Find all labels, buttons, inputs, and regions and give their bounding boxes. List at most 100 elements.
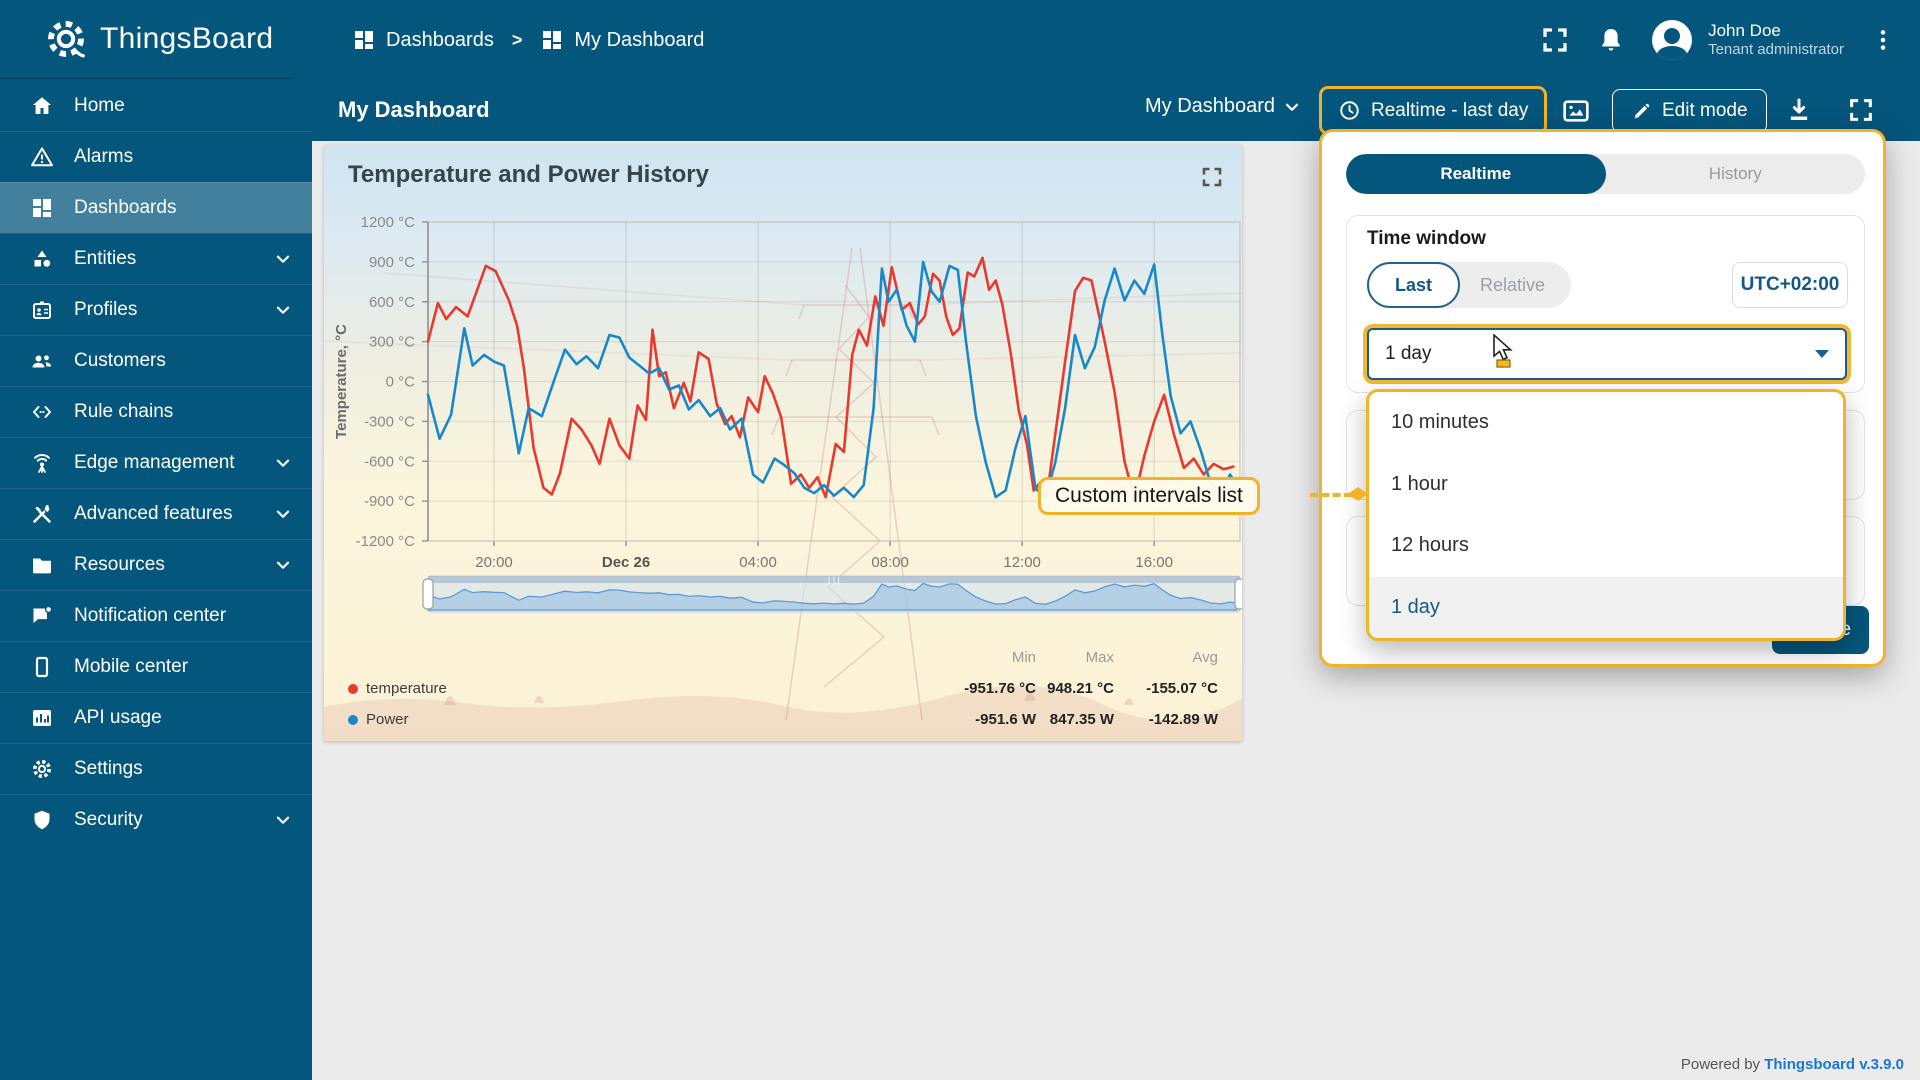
- series-color-dot: [348, 684, 358, 694]
- sidebar-item-label: Rule chains: [74, 401, 294, 423]
- timewindow-button[interactable]: Realtime - last day: [1319, 86, 1547, 135]
- interval-option-1-day[interactable]: 1 day: [1369, 577, 1843, 639]
- sidebar-item-settings[interactable]: Settings: [0, 743, 312, 794]
- toggle-last[interactable]: Last: [1367, 262, 1460, 308]
- svg-text:Temperature, °C: Temperature, °C: [333, 324, 350, 439]
- customers-icon: [30, 349, 54, 373]
- sidebar-item-label: Alarms: [74, 146, 294, 168]
- rule-chains-icon: [30, 400, 54, 424]
- widget-fullscreen-button[interactable]: [1200, 165, 1224, 189]
- pencil-icon: [1631, 101, 1652, 122]
- sidebar-item-label: Profiles: [74, 299, 272, 321]
- user-info[interactable]: John Doe Tenant administrator: [1708, 20, 1844, 60]
- sidebar-item-alarms[interactable]: Alarms: [0, 131, 312, 182]
- sidebar-item-customers[interactable]: Customers: [0, 335, 312, 386]
- svg-text:-600 °C: -600 °C: [364, 453, 415, 470]
- interval-option-12-hours[interactable]: 12 hours: [1369, 515, 1843, 577]
- footer-text: Powered by: [1681, 1056, 1764, 1073]
- app-logo[interactable]: ThingsBoard: [44, 17, 273, 61]
- home-icon: [30, 94, 54, 118]
- annotation-arrow: [1310, 493, 1352, 497]
- timewindow-panel: Realtime History Time window Last Relati…: [1319, 129, 1886, 667]
- sidebar-item-label: Entities: [74, 248, 272, 270]
- page-title: My Dashboard: [338, 97, 490, 123]
- svg-text:Dec 26: Dec 26: [602, 554, 650, 571]
- resources-icon: [30, 553, 54, 577]
- tab-realtime[interactable]: Realtime: [1346, 154, 1606, 194]
- series-color-dot: [348, 715, 358, 725]
- sidebar-item-label: Home: [74, 95, 294, 117]
- chevron-down-icon: [272, 299, 294, 321]
- sidebar-item-label: Resources: [74, 554, 272, 576]
- svg-text:-300 °C: -300 °C: [364, 413, 415, 430]
- svg-text:0 °C: 0 °C: [386, 374, 416, 391]
- legend-min-value: -951.76 °C: [926, 680, 1036, 697]
- toolbar-fullscreen-button[interactable]: [1847, 96, 1875, 124]
- timewindow-tabs: Realtime History: [1346, 154, 1865, 194]
- api-icon: [30, 706, 54, 730]
- edit-mode-label: Edit mode: [1662, 100, 1748, 122]
- sidebar-item-api-usage[interactable]: API usage: [0, 692, 312, 743]
- sidebar-item-mobile-center[interactable]: Mobile center: [0, 641, 312, 692]
- advanced-icon: [30, 502, 54, 526]
- sidebar-item-advanced-features[interactable]: Advanced features: [0, 488, 312, 539]
- svg-text:-1200 °C: -1200 °C: [356, 533, 416, 550]
- chevron-down-icon: [272, 248, 294, 270]
- dashboards-icon: [30, 196, 54, 220]
- edit-mode-button[interactable]: Edit mode: [1612, 89, 1767, 133]
- user-role: Tenant administrator: [1708, 41, 1844, 60]
- legend-max-value: 847.35 W: [1036, 711, 1114, 728]
- legend-row-temperature[interactable]: temperature-951.76 °C948.21 °C-155.07 °C: [324, 673, 1242, 704]
- user-avatar[interactable]: [1652, 20, 1692, 60]
- sidebar-item-dashboards[interactable]: Dashboards: [0, 182, 312, 233]
- download-button[interactable]: [1784, 95, 1814, 125]
- chart-legend: MinMaxAvgtemperature-951.76 °C948.21 °C-…: [324, 642, 1242, 735]
- security-icon: [30, 808, 54, 832]
- legend-min-value: -951.6 W: [926, 711, 1036, 728]
- svg-text:20:00: 20:00: [475, 554, 513, 571]
- timezone-button[interactable]: UTC+02:00: [1732, 262, 1848, 308]
- legend-series-label[interactable]: Power: [348, 711, 409, 728]
- notifications-bell-button[interactable]: [1596, 25, 1626, 55]
- dashboards-icon: [352, 28, 376, 52]
- thingsboard-logo-icon: [44, 17, 88, 61]
- interval-option-1-hour[interactable]: 1 hour: [1369, 454, 1843, 516]
- svg-text:|||: |||: [827, 576, 841, 585]
- svg-text:1200 °C: 1200 °C: [361, 214, 416, 231]
- annotation-text: Custom intervals list: [1055, 484, 1243, 508]
- legend-series-label[interactable]: temperature: [348, 680, 447, 697]
- sidebar-item-label: Edge management: [74, 452, 272, 474]
- sidebar-item-home[interactable]: Home: [0, 80, 312, 131]
- breadcrumb-dashboards[interactable]: Dashboards: [352, 28, 494, 52]
- settings-icon: [30, 757, 54, 781]
- svg-text:04:00: 04:00: [739, 554, 777, 571]
- toggle-relative[interactable]: Relative: [1460, 275, 1565, 296]
- interval-select[interactable]: 1 day: [1367, 328, 1847, 380]
- timewindow-button-label: Realtime - last day: [1371, 100, 1528, 122]
- fullscreen-button[interactable]: [1540, 25, 1570, 55]
- breadcrumb-my-dashboard[interactable]: My Dashboard: [540, 28, 704, 52]
- legend-row-power[interactable]: Power -951.6 W847.35 W-142.89 W: [324, 704, 1242, 735]
- top-header: ThingsBoard Dashboards > My Dashboard Jo…: [0, 0, 1920, 80]
- header-divider: [0, 78, 292, 79]
- legend-avg-value: -142.89 W: [1114, 711, 1218, 728]
- mobile-icon: [30, 655, 54, 679]
- sidebar-item-profiles[interactable]: Profiles: [0, 284, 312, 335]
- sidebar-item-rule-chains[interactable]: Rule chains: [0, 386, 312, 437]
- tab-history[interactable]: History: [1606, 154, 1866, 194]
- alarms-icon: [30, 145, 54, 169]
- svg-text:16:00: 16:00: [1135, 554, 1173, 571]
- interval-select-value: 1 day: [1385, 343, 1431, 365]
- sidebar-item-notification-center[interactable]: Notification center: [0, 590, 312, 641]
- interval-option-10-minutes[interactable]: 10 minutes: [1369, 392, 1843, 454]
- sidebar-item-security[interactable]: Security: [0, 794, 312, 845]
- dashboard-image-button[interactable]: [1560, 95, 1592, 127]
- dashboard-select[interactable]: My Dashboard: [1145, 95, 1303, 118]
- legend-avg-value: -155.07 °C: [1114, 680, 1218, 697]
- sidebar-item-entities[interactable]: Entities: [0, 233, 312, 284]
- sidebar-item-edge-management[interactable]: Edge management: [0, 437, 312, 488]
- kebab-menu-button[interactable]: [1870, 25, 1896, 55]
- sidebar-item-resources[interactable]: Resources: [0, 539, 312, 590]
- svg-text:08:00: 08:00: [871, 554, 909, 571]
- footer-version-link[interactable]: Thingsboard v.3.9.0: [1764, 1056, 1904, 1073]
